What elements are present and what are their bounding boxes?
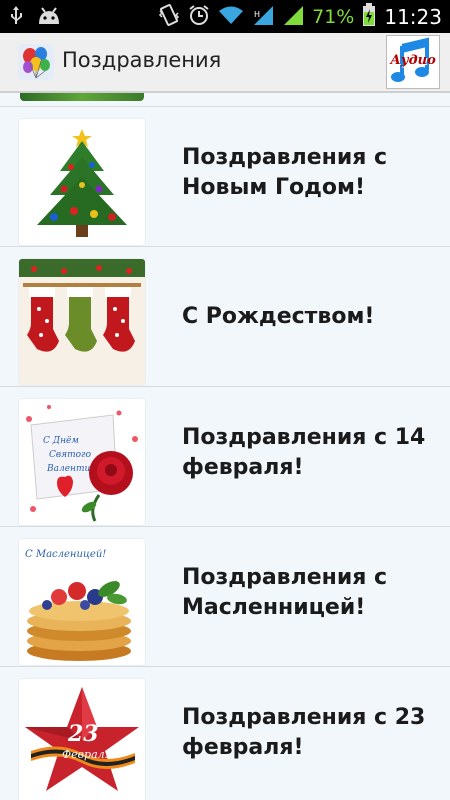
battery-icon <box>362 3 376 31</box>
svg-text:Святого: Святого <box>49 450 92 460</box>
valentine-card-image: С Днём Святого Валентина! <box>19 399 145 525</box>
christmas-stockings-image <box>19 259 145 385</box>
red-star-image: 23 Февраля <box>19 679 145 800</box>
alarm-icon <box>188 4 210 30</box>
clock: 11:23 <box>384 5 442 29</box>
star-number-text: 23 <box>67 721 99 747</box>
battery-percent: 71% <box>312 6 355 28</box>
list-item-label: Поздравления с 14 февраля! <box>182 425 426 480</box>
usb-icon <box>8 5 24 31</box>
list-item[interactable]: С Масленицей! Поздравления с Масленницей… <box>0 527 450 667</box>
action-bar: Поздравления Аудио <box>0 33 450 93</box>
christmas-tree-image <box>19 119 145 245</box>
balloons-app-icon[interactable] <box>18 44 54 80</box>
svg-text:С Днём: С Днём <box>43 436 79 446</box>
audio-label: Аудио <box>390 53 436 68</box>
svg-text:H: H <box>254 10 260 19</box>
signal-icon: H <box>252 4 274 30</box>
list-item[interactable]: Поздравления с Новым Годом! <box>0 107 450 247</box>
list-item-label: С Рождеством! <box>182 304 375 329</box>
list-item-label: Поздравления с Новым Годом! <box>182 145 388 200</box>
list-item-label: Поздравления с Масленницей! <box>182 565 388 620</box>
list-item[interactable]: С Рождеством! <box>0 247 450 387</box>
signal-icon <box>282 4 304 30</box>
list-item-label: Поздравления с 23 февраля! <box>182 705 426 760</box>
wifi-icon <box>218 5 244 29</box>
vibrate-icon <box>158 3 180 31</box>
greetings-list: Поздравления с Новым Годом! С Рождеством… <box>0 93 450 800</box>
list-item-partial[interactable] <box>0 93 450 107</box>
pancakes-image: С Масленицей! <box>19 539 145 665</box>
list-item[interactable]: С Днём Святого Валентина! Поздравления с… <box>0 387 450 527</box>
list-item[interactable]: 23 Февраля Поздравления с 23 февраля! <box>0 667 450 800</box>
partial-thumbnail-image <box>20 93 144 101</box>
audio-button[interactable]: Аудио <box>386 35 440 89</box>
status-bar: H 71% 11:23 <box>0 0 450 33</box>
star-word-text: Февраля <box>62 748 112 761</box>
page-title: Поздравления <box>62 48 222 72</box>
android-icon <box>36 6 62 30</box>
svg-text:С Масленицей!: С Масленицей! <box>25 549 106 560</box>
